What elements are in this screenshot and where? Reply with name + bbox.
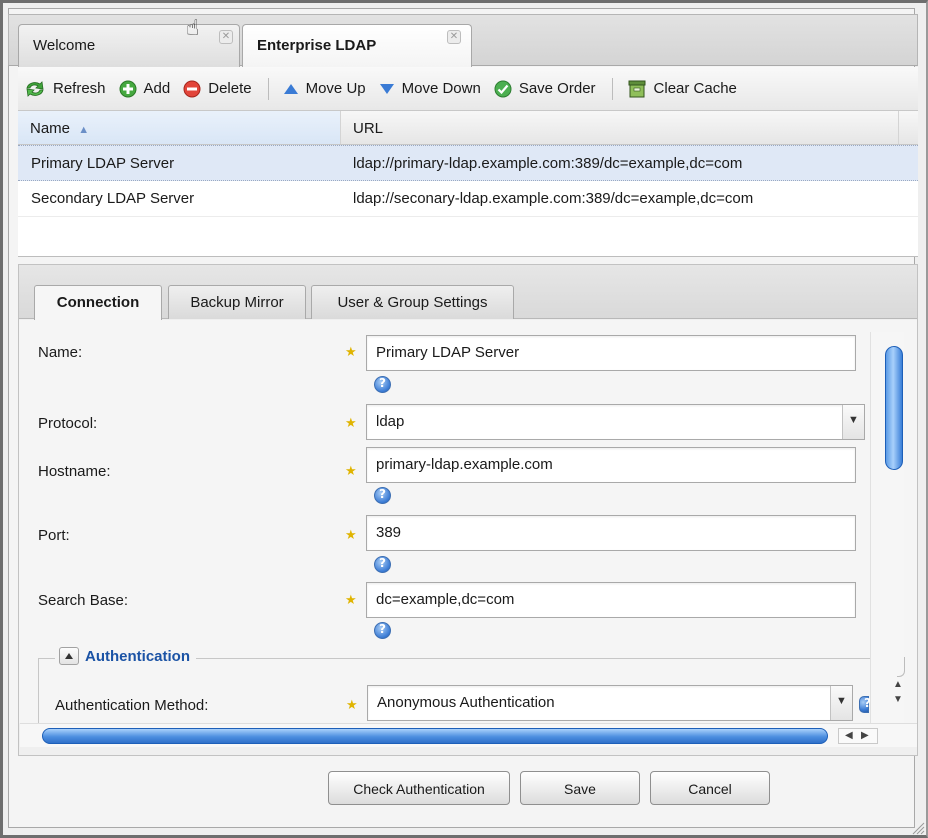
delete-icon [183, 80, 201, 98]
move-up-button[interactable]: Move Up [283, 80, 366, 97]
chevron-down-icon[interactable]: ▼ [842, 405, 864, 439]
hostname-field[interactable]: primary-ldap.example.com [366, 447, 856, 483]
port-label: Port: [38, 527, 70, 544]
add-button[interactable]: Add [119, 80, 171, 98]
help-icon[interactable] [859, 696, 871, 713]
detail-panel: Connection Backup Mirror User & Group Se… [18, 264, 918, 756]
chevron-down-icon[interactable]: ▼ [830, 686, 852, 720]
save-order-button[interactable]: Save Order [494, 80, 596, 98]
authentication-title: Authentication [85, 647, 190, 665]
checkmark-icon [494, 80, 512, 98]
required-star-icon: ★ [345, 463, 357, 478]
cache-icon [627, 79, 647, 99]
required-star-icon: ★ [346, 697, 358, 712]
clear-cache-button[interactable]: Clear Cache [627, 79, 737, 99]
tab-enterprise-ldap-label: Enterprise LDAP [257, 37, 377, 54]
horizontal-scroll-thumb[interactable] [42, 728, 828, 744]
required-star-icon: ★ [345, 592, 357, 607]
table-row[interactable]: Primary LDAP Server ldap://primary-ldap.… [18, 145, 918, 181]
close-icon[interactable]: ✕ [447, 30, 461, 44]
scroll-left-icon[interactable]: ◀ [845, 730, 853, 741]
tab-welcome[interactable]: Welcome ✕ [18, 24, 240, 67]
cell-name: Primary LDAP Server [31, 154, 175, 172]
cell-name: Secondary LDAP Server [31, 190, 195, 207]
search-base-label: Search Base: [38, 592, 129, 609]
name-label: Name: [38, 344, 83, 361]
port-field[interactable]: 389 [366, 515, 856, 551]
vertical-scroll-thumb[interactable] [885, 346, 903, 470]
protocol-select[interactable]: ldap ▼ [366, 404, 865, 440]
required-star-icon: ★ [345, 527, 357, 542]
top-tab-bar: Welcome ✕ Enterprise LDAP ✕ [8, 14, 918, 68]
move-down-label: Move Down [401, 80, 481, 97]
save-button[interactable]: Save [520, 771, 640, 805]
scroll-track-end [897, 657, 905, 677]
arrow-down-icon [379, 83, 395, 95]
move-up-label: Move Up [305, 80, 366, 97]
authentication-fieldset: Authentication Authentication Method: ★ … [38, 647, 888, 723]
toolbar-separator [611, 77, 613, 100]
move-down-button[interactable]: Move Down [379, 80, 481, 97]
hostname-label: Hostname: [38, 463, 111, 480]
authentication-legend: Authentication [55, 647, 196, 665]
scroll-down-icon[interactable]: ▼ [891, 694, 905, 708]
auth-method-label: Authentication Method: [55, 697, 209, 714]
cancel-button[interactable]: Cancel [650, 771, 770, 805]
help-icon[interactable] [374, 487, 391, 504]
ldap-server-table: Name ▲ URL Primary LDAP Server ldap://pr… [18, 111, 918, 257]
toolbar: Refresh Add Delete Move Up Move Down Sav… [18, 67, 918, 111]
table-row[interactable]: Secondary LDAP Server ldap://seconary-ld… [18, 181, 918, 217]
header-filler [899, 111, 918, 144]
horizontal-scrollbar[interactable]: ◀ ▶ [20, 723, 917, 747]
cell-url: ldap://seconary-ldap.example.com:389/dc=… [353, 190, 754, 207]
sort-ascending-icon: ▲ [78, 124, 90, 136]
vertical-scrollbar[interactable]: ▲ ▼ [870, 332, 905, 723]
collapse-toggle-icon[interactable] [59, 647, 79, 665]
tab-user-group-settings[interactable]: User & Group Settings [311, 285, 514, 319]
detail-tab-bar: Connection Backup Mirror User & Group Se… [19, 265, 917, 320]
required-star-icon: ★ [345, 415, 357, 430]
tab-enterprise-ldap[interactable]: Enterprise LDAP ✕ [242, 24, 472, 68]
refresh-label: Refresh [53, 80, 106, 97]
horizontal-scroll-arrows[interactable]: ◀ ▶ [838, 728, 878, 744]
delete-label: Delete [208, 80, 252, 97]
check-authentication-button[interactable]: Check Authentication [328, 771, 510, 805]
column-header-url[interactable]: URL [341, 111, 899, 144]
search-base-field[interactable]: dc=example,dc=com [366, 582, 856, 618]
refresh-button[interactable]: Refresh [24, 80, 106, 98]
required-star-icon: ★ [345, 344, 357, 359]
cell-url: ldap://primary-ldap.example.com:389/dc=e… [353, 154, 743, 172]
help-icon[interactable] [374, 376, 391, 393]
help-icon[interactable] [374, 622, 391, 639]
scroll-up-icon[interactable]: ▲ [891, 679, 905, 693]
add-label: Add [143, 80, 171, 97]
help-icon[interactable] [374, 556, 391, 573]
arrow-up-icon [283, 83, 299, 95]
tab-welcome-label: Welcome [33, 37, 96, 54]
resize-grip-icon[interactable] [911, 821, 925, 835]
tab-backup-mirror[interactable]: Backup Mirror [168, 285, 306, 319]
refresh-icon [24, 80, 46, 98]
name-field[interactable]: Primary LDAP Server [366, 335, 856, 371]
connection-form: Name: ★ Primary LDAP Server Protocol: ★ … [19, 320, 917, 723]
delete-button[interactable]: Delete [183, 80, 252, 98]
toolbar-separator [267, 77, 269, 100]
table-header: Name ▲ URL [18, 111, 918, 145]
auth-method-select[interactable]: Anonymous Authentication ▼ [367, 685, 853, 721]
tab-connection[interactable]: Connection [34, 285, 162, 320]
column-header-name[interactable]: Name ▲ [18, 111, 341, 144]
add-icon [119, 80, 137, 98]
clear-cache-label: Clear Cache [653, 80, 737, 97]
save-order-label: Save Order [518, 80, 596, 97]
hand-cursor-icon: ☝ [186, 15, 200, 40]
scroll-right-icon[interactable]: ▶ [861, 730, 869, 741]
protocol-label: Protocol: [38, 415, 98, 432]
close-icon[interactable]: ✕ [219, 30, 233, 44]
